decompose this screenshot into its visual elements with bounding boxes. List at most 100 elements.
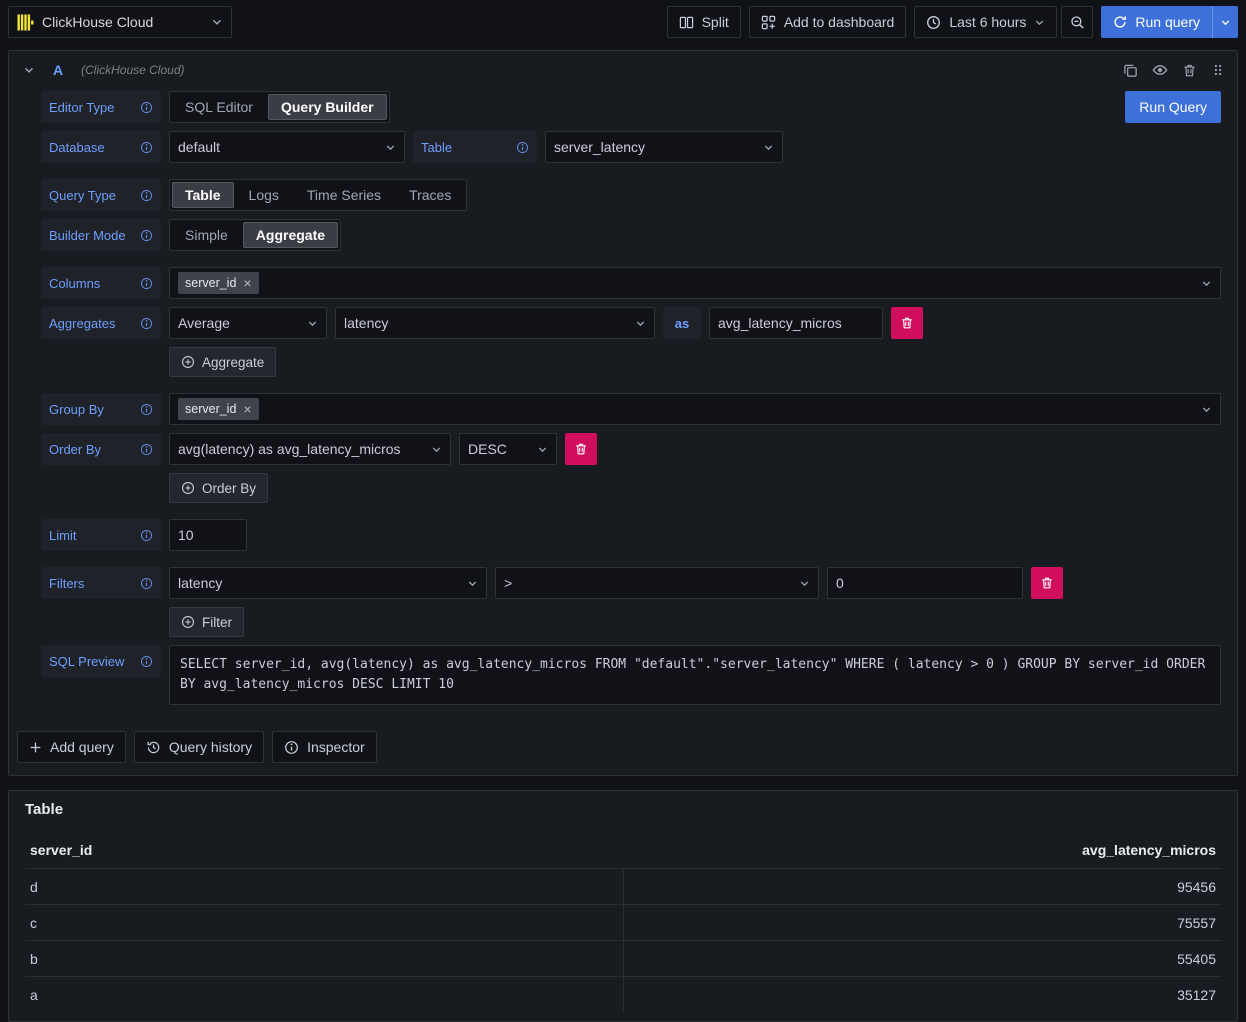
- order-direction-select[interactable]: DESC: [459, 433, 557, 465]
- order-by-row: Order By avg(latency) as avg_latency_mic…: [41, 433, 1221, 465]
- filters-label: Filters: [41, 567, 161, 599]
- add-order-by-row: Order By: [41, 473, 1221, 503]
- remove-order-by-button[interactable]: [565, 433, 597, 465]
- column-header-avg-latency[interactable]: avg_latency_micros: [623, 832, 1221, 868]
- table-select[interactable]: server_latency: [545, 131, 783, 163]
- remove-filter-button[interactable]: [1031, 567, 1063, 599]
- clock-icon: [926, 15, 941, 30]
- chevron-down-icon: [537, 444, 548, 455]
- limit-input[interactable]: [169, 519, 247, 551]
- query-ref-id: A: [53, 62, 63, 78]
- editor-footer: Add query Query history Inspector: [9, 731, 1237, 763]
- zoom-out-button[interactable]: [1061, 6, 1093, 38]
- chevron-down-icon: [1034, 17, 1045, 28]
- option-time-series[interactable]: Time Series: [294, 182, 394, 208]
- run-query-editor-button[interactable]: Run Query: [1125, 91, 1221, 123]
- results-table: server_id avg_latency_micros d 95456 c 7…: [25, 832, 1221, 1012]
- filter-value-input[interactable]: [827, 567, 1023, 599]
- aggregate-function-select[interactable]: Average: [169, 307, 327, 339]
- columns-multiselect[interactable]: server_id ×: [169, 267, 1221, 299]
- sql-preview-text: SELECT server_id, avg(latency) as avg_la…: [169, 645, 1221, 705]
- time-range-picker[interactable]: Last 6 hours: [914, 6, 1057, 38]
- chevron-down-icon: [1201, 404, 1212, 415]
- datasource-picker[interactable]: ClickHouse Cloud: [8, 6, 232, 38]
- info-circle-icon: [284, 740, 299, 755]
- filter-operator-select[interactable]: >: [495, 567, 819, 599]
- chevron-down-icon: [799, 578, 810, 589]
- query-type-row: Query Type Table Logs Time Series Traces: [41, 179, 1221, 211]
- add-aggregate-row: Aggregate: [41, 347, 1221, 377]
- editor-type-toggle: SQL Editor Query Builder: [169, 91, 390, 123]
- database-label: Database: [41, 131, 161, 163]
- info-icon: [140, 189, 153, 202]
- chevron-down-icon: [385, 142, 396, 153]
- query-history-button[interactable]: Query history: [134, 731, 264, 763]
- chevron-down-icon: [431, 444, 442, 455]
- table-cell: 35127: [623, 976, 1221, 1012]
- table-cell: c: [25, 904, 623, 940]
- duplicate-query-icon[interactable]: [1123, 63, 1138, 78]
- collapse-chevron-icon[interactable]: [23, 64, 35, 76]
- editor-type-label: Editor Type: [41, 91, 161, 123]
- query-row-header: A (ClickHouse Cloud): [9, 51, 1237, 89]
- order-by-expression-select[interactable]: avg(latency) as avg_latency_micros: [169, 433, 451, 465]
- history-icon: [146, 740, 161, 755]
- query-builder-form: Editor Type SQL Editor Query Builder Run…: [9, 89, 1237, 705]
- option-traces[interactable]: Traces: [396, 182, 464, 208]
- add-query-button[interactable]: Add query: [17, 731, 126, 763]
- run-query-button[interactable]: Run query: [1101, 6, 1212, 38]
- drag-handle-icon[interactable]: [1211, 63, 1225, 77]
- add-aggregate-button[interactable]: Aggregate: [169, 347, 276, 377]
- option-query-builder[interactable]: Query Builder: [268, 94, 387, 120]
- columns-label: Columns: [41, 267, 161, 299]
- inspector-button[interactable]: Inspector: [272, 731, 377, 763]
- builder-mode-toggle: Simple Aggregate: [169, 219, 341, 251]
- query-type-label: Query Type: [41, 179, 161, 211]
- run-query-label: Run query: [1135, 14, 1200, 30]
- info-icon: [140, 229, 153, 242]
- aggregate-column-select[interactable]: latency: [335, 307, 655, 339]
- database-table-row: Database default Table server_latency: [41, 131, 1221, 163]
- split-button[interactable]: Split: [667, 6, 741, 38]
- option-simple[interactable]: Simple: [172, 222, 241, 248]
- remove-aggregate-button[interactable]: [891, 307, 923, 339]
- remove-query-icon[interactable]: [1182, 63, 1197, 78]
- table-cell: d: [25, 868, 623, 904]
- sql-preview-row: SQL Preview SELECT server_id, avg(latenc…: [41, 645, 1221, 705]
- option-sql-editor[interactable]: SQL Editor: [172, 94, 266, 120]
- chevron-down-icon: [307, 318, 318, 329]
- chevron-down-icon: [635, 318, 646, 329]
- info-icon: [140, 443, 153, 456]
- info-icon: [140, 277, 153, 290]
- option-table[interactable]: Table: [172, 182, 234, 208]
- option-aggregate[interactable]: Aggregate: [243, 222, 338, 248]
- add-filter-button[interactable]: Filter: [169, 607, 244, 637]
- query-editor-panel: A (ClickHouse Cloud) Editor Type: [8, 50, 1238, 776]
- dashboard-grid-icon: [761, 15, 776, 30]
- editor-type-row: Editor Type SQL Editor Query Builder Run…: [41, 91, 1221, 123]
- option-logs[interactable]: Logs: [236, 182, 292, 208]
- plus-icon: [29, 741, 42, 754]
- remove-tag-icon[interactable]: ×: [243, 276, 251, 290]
- add-to-dashboard-button[interactable]: Add to dashboard: [749, 6, 907, 38]
- group-by-multiselect[interactable]: server_id ×: [169, 393, 1221, 425]
- filter-column-select[interactable]: latency: [169, 567, 487, 599]
- add-order-by-button[interactable]: Order By: [169, 473, 268, 503]
- aggregate-alias-input[interactable]: [709, 307, 883, 339]
- remove-tag-icon[interactable]: ×: [243, 402, 251, 416]
- info-icon: [140, 317, 153, 330]
- table-cell: a: [25, 976, 623, 1012]
- plus-circle-icon: [181, 355, 195, 369]
- run-query-split-button: Run query: [1101, 6, 1238, 38]
- run-query-interval-dropdown[interactable]: [1212, 6, 1238, 38]
- info-icon: [140, 403, 153, 416]
- info-icon: [140, 655, 153, 668]
- add-to-dashboard-label: Add to dashboard: [784, 14, 895, 30]
- database-select[interactable]: default: [169, 131, 405, 163]
- column-header-server-id[interactable]: server_id: [25, 832, 623, 868]
- query-row-actions: [1123, 62, 1225, 78]
- toggle-visibility-icon[interactable]: [1152, 62, 1168, 78]
- split-label: Split: [702, 14, 729, 30]
- selected-column-tag: server_id ×: [178, 272, 259, 294]
- time-range-label: Last 6 hours: [949, 14, 1026, 30]
